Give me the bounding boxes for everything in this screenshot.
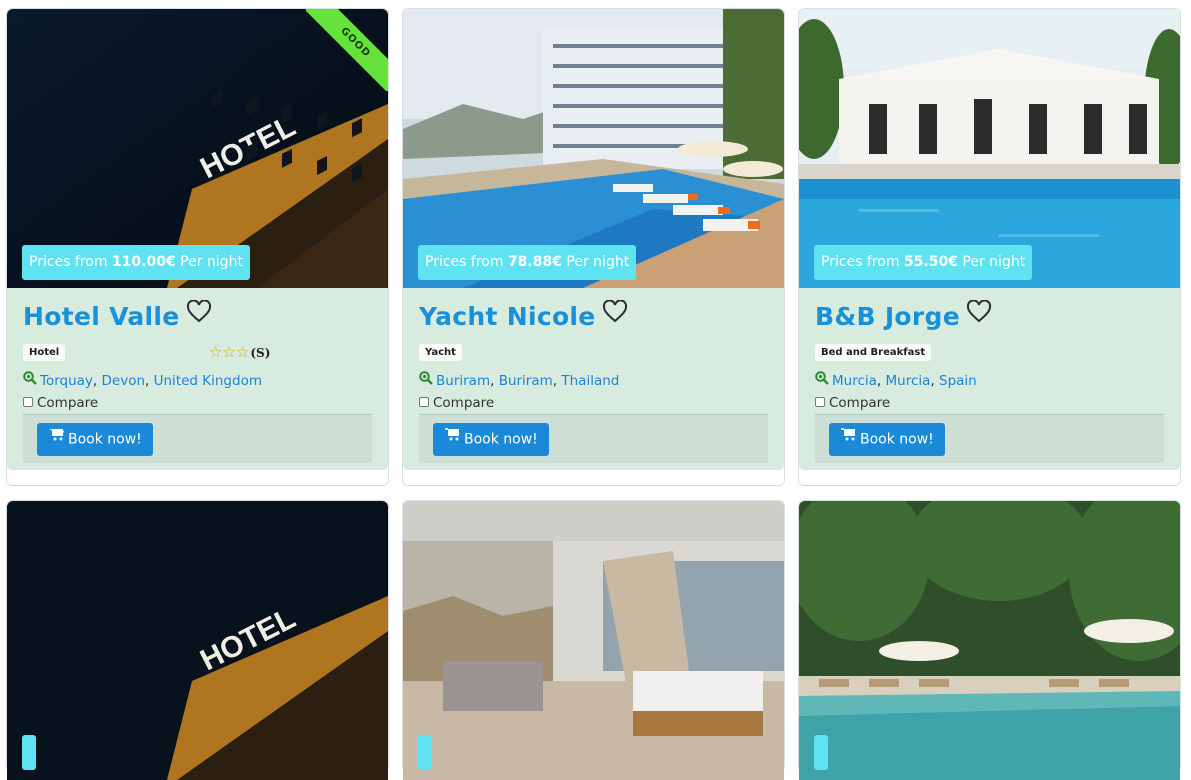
card-body: Hotel Valle Hotel ☆☆☆(S) Torquay, Devon,…	[7, 288, 388, 470]
property-type-badge: Hotel	[23, 344, 66, 361]
hotel-title[interactable]: Hotel Valle	[23, 299, 212, 333]
price-prefix: Prices from	[821, 254, 900, 270]
star-outline-icon: ☆☆☆	[209, 343, 250, 361]
price-tag	[418, 735, 432, 770]
cart-icon	[445, 421, 460, 454]
compare-checkbox[interactable]	[815, 397, 825, 407]
book-now-label: Book now!	[68, 431, 142, 448]
location-region-link[interactable]: Devon	[102, 373, 146, 389]
hotel-title[interactable]: Yacht Nicole	[419, 299, 628, 333]
book-now-label: Book now!	[464, 431, 538, 448]
cart-icon	[49, 421, 64, 454]
location-country-link[interactable]: Spain	[939, 373, 977, 389]
location-region-link[interactable]: Buriram	[499, 373, 553, 389]
star-count: (S)	[250, 346, 271, 360]
compare-toggle[interactable]: Compare	[815, 395, 890, 411]
hotel-name[interactable]: Hotel Valle	[23, 302, 180, 331]
hotel-card-4: HOTEL	[6, 500, 389, 780]
compare-label: Compare	[829, 395, 891, 411]
star-rating: ☆☆☆(S)	[209, 343, 270, 361]
card-footer: Book now!	[419, 414, 768, 463]
location: Torquay, Devon, United Kingdom	[23, 371, 262, 390]
price-suffix: Per night	[180, 254, 243, 270]
compare-label: Compare	[37, 395, 99, 411]
compare-checkbox[interactable]	[419, 397, 429, 407]
hotel-photo[interactable]	[799, 501, 1180, 780]
property-type-badge: Yacht	[419, 344, 462, 361]
price-tag	[22, 735, 36, 770]
location: Buriram, Buriram, Thailand	[419, 371, 619, 390]
heart-icon[interactable]	[966, 299, 992, 330]
price-value: 55.50€	[903, 254, 958, 270]
price-tag	[814, 735, 828, 770]
card-body: B&B Jorge Bed and Breakfast Murcia, Murc…	[799, 288, 1180, 470]
hotel-title[interactable]: B&B Jorge	[815, 299, 992, 333]
price-suffix: Per night	[962, 254, 1026, 270]
hotel-card-1: HOTEL GOOD Prices from 110.00€ Per night	[6, 8, 389, 486]
price-suffix: Per night	[566, 254, 630, 270]
card-body: Yacht Nicole Yacht Buriram, Buriram, Tha…	[403, 288, 784, 470]
compare-label: Compare	[433, 395, 495, 411]
price-tag: Prices from 110.00€ Per night	[22, 245, 250, 280]
price-value: 110.00€	[111, 254, 176, 270]
hotel-photo[interactable]	[403, 501, 784, 780]
rating-ribbon: GOOD	[306, 9, 388, 91]
location-region-link[interactable]: Murcia	[886, 373, 931, 389]
location: Murcia, Murcia, Spain	[815, 371, 977, 390]
map-search-icon	[419, 371, 433, 389]
compare-toggle[interactable]: Compare	[419, 395, 494, 411]
compare-toggle[interactable]: Compare	[23, 395, 98, 411]
hotel-name[interactable]: B&B Jorge	[815, 302, 960, 331]
card-footer: Book now!	[23, 414, 372, 463]
location-city-link[interactable]: Torquay	[40, 373, 93, 389]
cart-icon	[841, 421, 856, 454]
price-tag: Prices from 55.50€ Per night	[814, 245, 1033, 280]
hotel-photo[interactable]: Prices from 78.88€ Per night	[403, 9, 784, 288]
map-search-icon	[815, 371, 829, 389]
ribbon-label: GOOD	[306, 9, 388, 91]
property-type-badge: Bed and Breakfast	[815, 344, 932, 361]
hotel-photo[interactable]: HOTEL	[7, 501, 388, 780]
heart-icon[interactable]	[186, 299, 212, 330]
card-footer: Book now!	[815, 414, 1164, 463]
heart-icon[interactable]	[602, 299, 628, 330]
hotel-photo[interactable]: HOTEL GOOD Prices from 110.00€ Per night	[7, 9, 388, 288]
price-value: 78.88€	[507, 254, 562, 270]
hotel-card-5	[402, 500, 785, 780]
book-now-button[interactable]: Book now!	[829, 423, 945, 456]
hotel-name[interactable]: Yacht Nicole	[419, 302, 596, 331]
location-country-link[interactable]: Thailand	[561, 373, 619, 389]
book-now-button[interactable]: Book now!	[433, 423, 549, 456]
map-search-icon	[23, 371, 37, 389]
compare-checkbox[interactable]	[23, 397, 33, 407]
location-city-link[interactable]: Buriram	[436, 373, 490, 389]
price-prefix: Prices from	[29, 254, 108, 270]
book-now-button[interactable]: Book now!	[37, 423, 153, 456]
price-prefix: Prices from	[425, 254, 504, 270]
hotel-photo[interactable]: Prices from 55.50€ Per night	[799, 9, 1180, 288]
hotel-card-3: Prices from 55.50€ Per night B&B Jorge B…	[798, 8, 1181, 486]
location-city-link[interactable]: Murcia	[832, 373, 877, 389]
book-now-label: Book now!	[860, 431, 934, 448]
hotel-card-6	[798, 500, 1181, 780]
location-country-link[interactable]: United Kingdom	[154, 373, 262, 389]
price-tag: Prices from 78.88€ Per night	[418, 245, 637, 280]
hotel-card-2: Prices from 78.88€ Per night Yacht Nicol…	[402, 8, 785, 486]
